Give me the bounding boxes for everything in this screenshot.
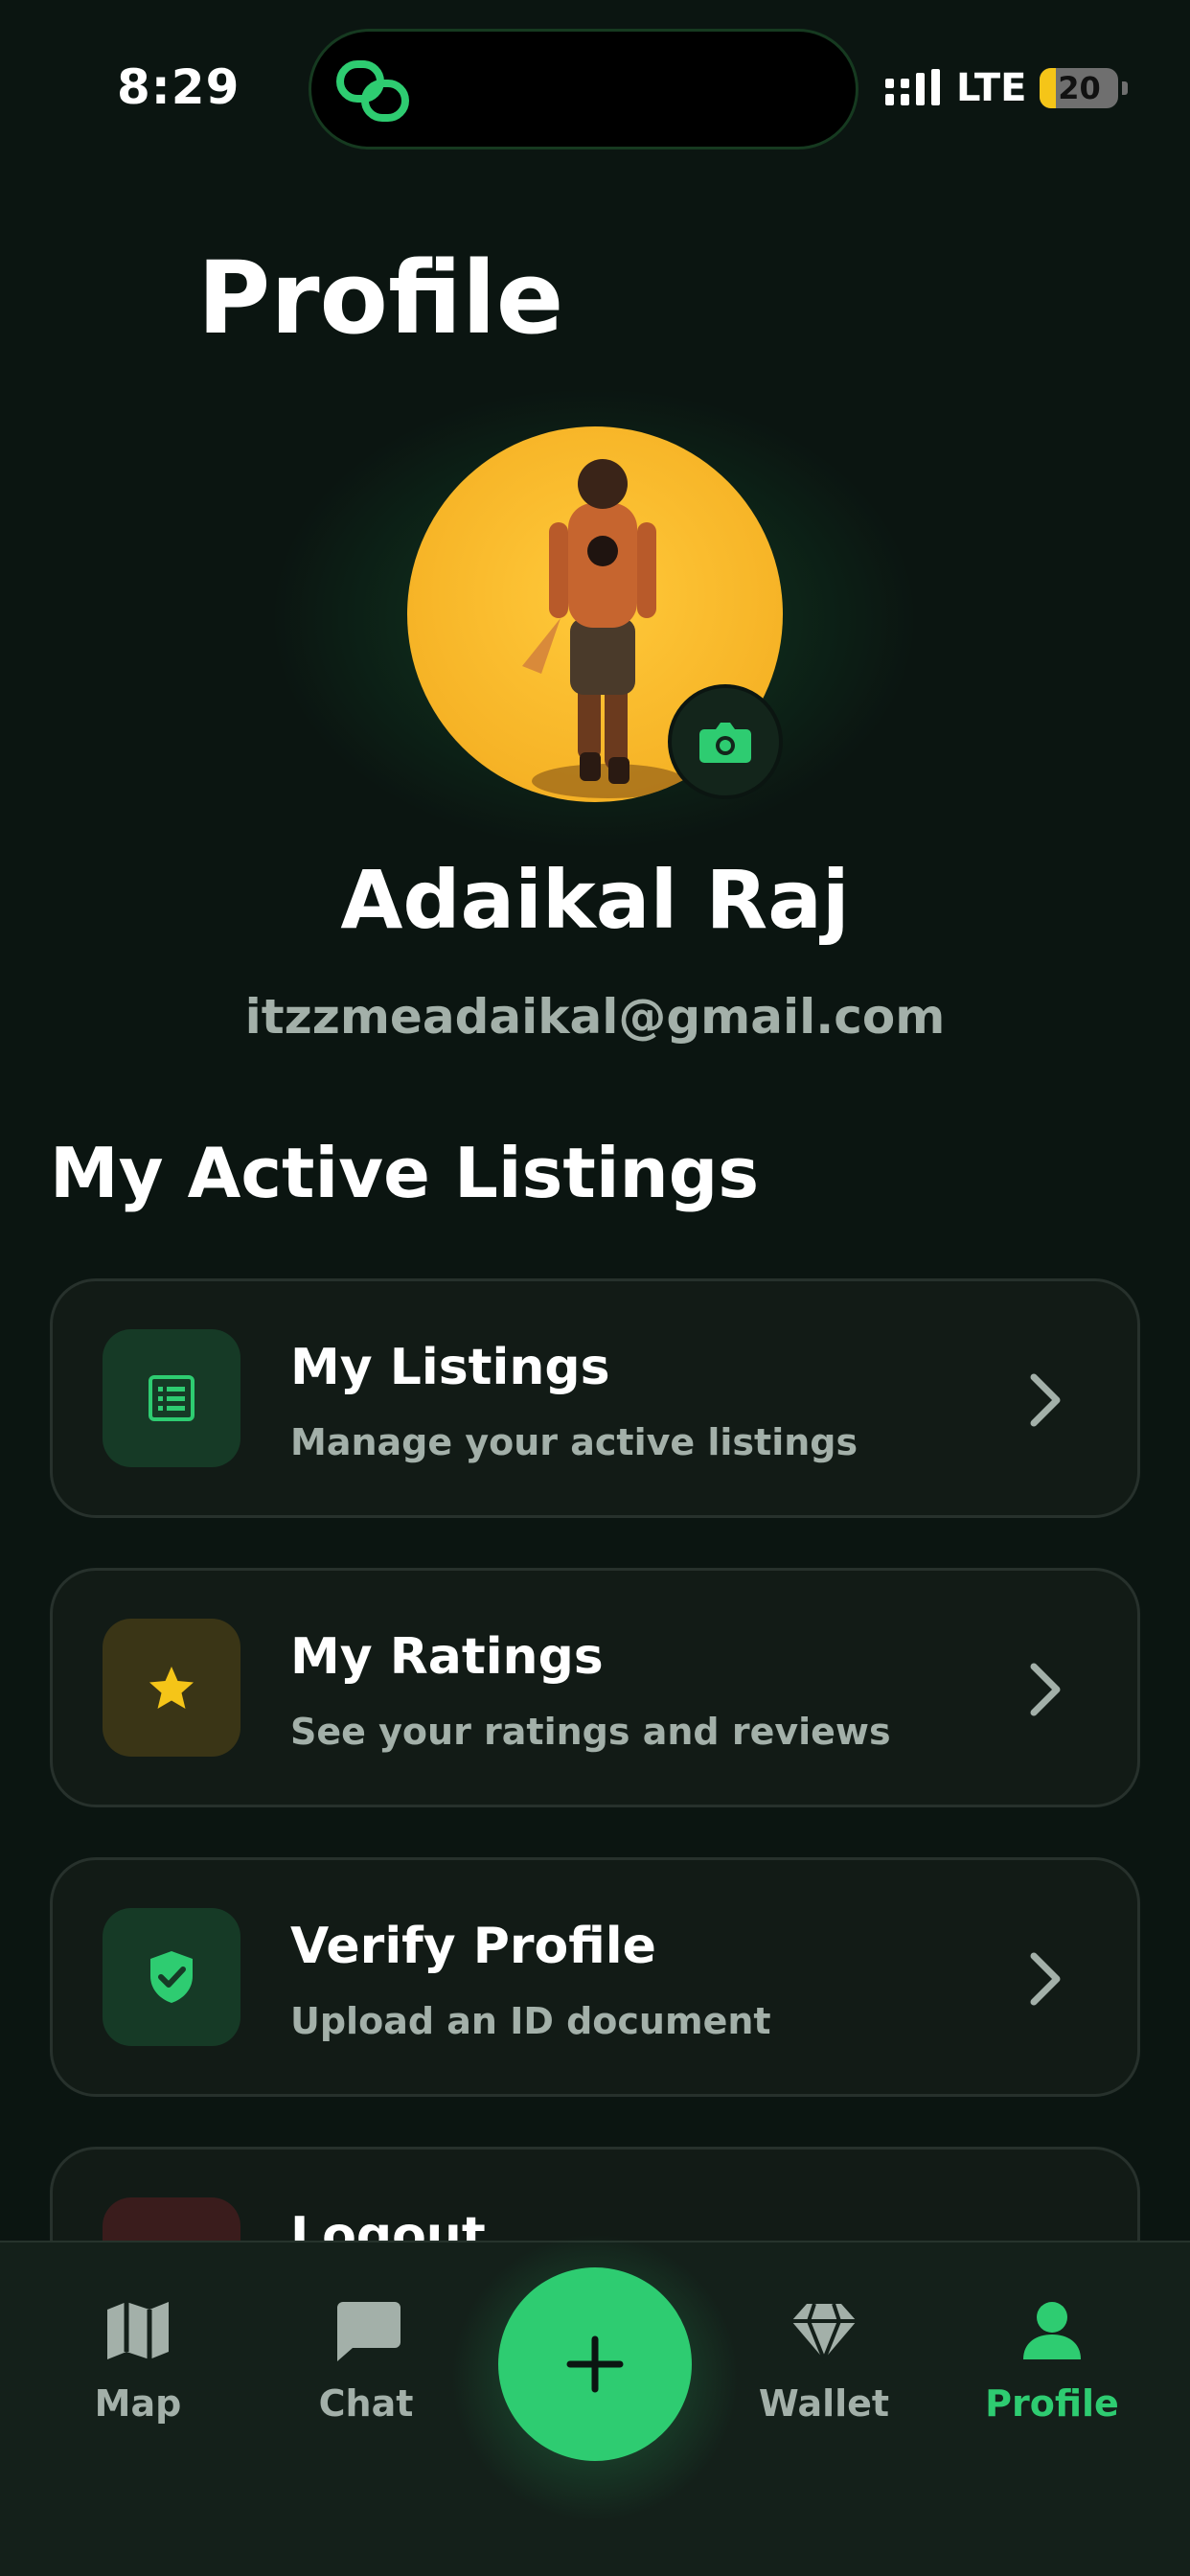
menu-title: Verify Profile [290,1918,656,1975]
my-listings-card[interactable]: My Listings Manage your active listings [50,1278,1140,1518]
section-title: My Active Listings [50,1133,760,1213]
change-photo-button[interactable] [668,684,783,799]
link-icon [336,60,409,122]
list-icon [149,1375,195,1421]
user-email: itzzmeadaikal@gmail.com [244,989,946,1045]
battery-tip [1122,81,1129,95]
menu-subtitle: Manage your active listings [290,1421,858,1463]
nav-label: Profile [985,2382,1119,2425]
profile-screen: 8:29 LTE 20 Profile Adaikal Raj itzzmead… [0,0,1190,2576]
menu-icon-box [103,1329,240,1467]
nav-item-map[interactable]: Map [42,2292,234,2425]
chevron-right-icon [1030,1373,1061,1427]
add-listing-button[interactable] [498,2267,692,2461]
dynamic-island [309,29,858,150]
signal-icon [885,69,940,105]
chevron-right-icon [1030,1952,1061,2006]
my-ratings-card[interactable]: My Ratings See your ratings and reviews [50,1568,1140,1807]
nav-item-wallet[interactable]: Wallet [728,2292,920,2425]
menu-subtitle: See your ratings and reviews [290,1711,891,1753]
plus-icon [566,2335,624,2393]
menu-title: My Ratings [290,1628,604,1686]
nav-label: Wallet [758,2382,890,2425]
menu-subtitle: Upload an ID document [290,2000,771,2042]
shield-check-icon [150,1951,193,2003]
status-indicators: LTE 20 [885,61,1129,115]
chat-icon [337,2302,400,2361]
battery-icon: 20 [1040,68,1119,108]
network-type: LTE [956,66,1027,110]
chevron-right-icon [1030,1663,1061,1716]
wallet-icon [791,2303,857,2365]
menu-icon-box [103,1619,240,1757]
status-time: 8:29 [117,59,240,115]
star-icon [149,1667,194,1709]
nav-item-profile[interactable]: Profile [956,2292,1148,2425]
verify-profile-card[interactable]: Verify Profile Upload an ID document [50,1857,1140,2097]
nav-item-chat[interactable]: Chat [270,2292,462,2425]
nav-label: Chat [318,2382,414,2425]
map-icon [107,2302,169,2359]
profile-icon [1023,2302,1081,2359]
camera-icon [699,723,751,763]
page-title: Profile [197,240,564,356]
menu-icon-box [103,1908,240,2046]
menu-title: My Listings [290,1339,610,1396]
battery-level: 20 [1058,70,1101,106]
user-name: Adaikal Raj [340,853,850,947]
nav-label: Map [94,2382,182,2425]
